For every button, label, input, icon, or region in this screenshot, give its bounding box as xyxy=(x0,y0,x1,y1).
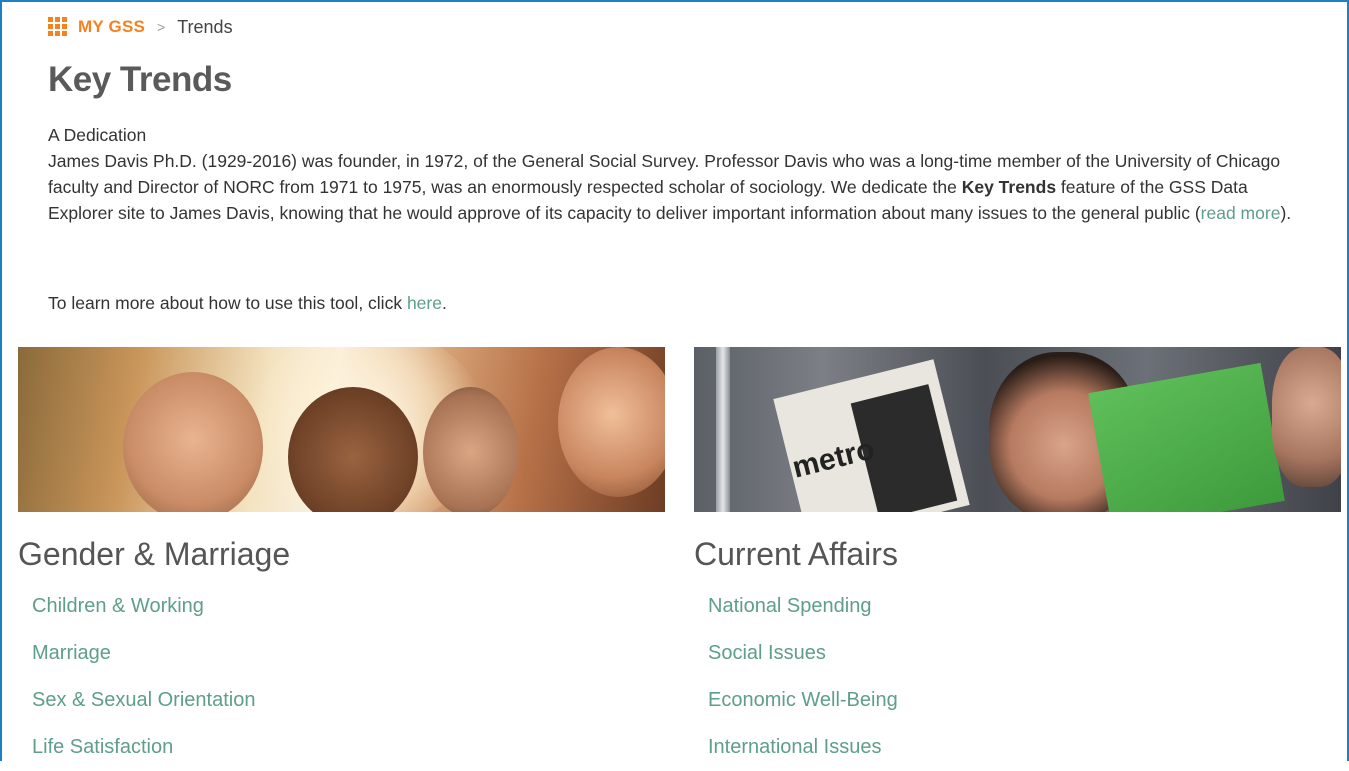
dedication-block: A Dedication James Davis Ph.D. (1929-201… xyxy=(48,122,1298,226)
page-title: Key Trends xyxy=(48,60,232,99)
howto-label: To learn more about how to use this tool… xyxy=(48,293,407,313)
link-national-spending[interactable]: National Spending xyxy=(708,595,871,617)
current-affairs-links: National Spending Social Issues Economic… xyxy=(694,583,1341,771)
section-gender-marriage: Gender & Marriage Children & Working Mar… xyxy=(18,347,665,771)
link-economic-well-being[interactable]: Economic Well-Being xyxy=(708,689,898,711)
howto-text: To learn more about how to use this tool… xyxy=(48,290,447,316)
dedication-heading: A Dedication xyxy=(48,125,147,145)
gender-marriage-links: Children & Working Marriage Sex & Sexual… xyxy=(18,583,665,771)
gender-marriage-image[interactable] xyxy=(18,347,665,512)
dedication-bold: Key Trends xyxy=(961,177,1057,197)
dedication-text-3: ). xyxy=(1280,203,1292,223)
section-title-gender-marriage: Gender & Marriage xyxy=(18,536,291,572)
link-social-issues[interactable]: Social Issues xyxy=(708,642,826,664)
breadcrumb-current: Trends xyxy=(177,16,233,37)
list-item: Sex & Sexual Orientation xyxy=(32,677,665,724)
link-sex-orientation[interactable]: Sex & Sexual Orientation xyxy=(32,689,255,711)
section-current-affairs: metro Current Affairs National Spending … xyxy=(694,347,1341,771)
list-item: Social Issues xyxy=(708,630,1341,677)
link-international-issues[interactable]: International Issues xyxy=(708,736,881,758)
list-item: Children & Working xyxy=(32,583,665,630)
breadcrumb: MY GSS > Trends xyxy=(48,14,233,40)
section-title-current-affairs: Current Affairs xyxy=(694,536,898,572)
link-children-working[interactable]: Children & Working xyxy=(32,595,204,617)
here-link[interactable]: here xyxy=(407,293,442,313)
list-item: National Spending xyxy=(708,583,1341,630)
read-more-link[interactable]: read more xyxy=(1201,203,1281,223)
apps-grid-icon[interactable] xyxy=(48,17,68,37)
howto-suffix: . xyxy=(441,293,447,313)
list-item: International Issues xyxy=(708,724,1341,771)
chevron-right-icon: > xyxy=(157,19,166,35)
current-affairs-image[interactable]: metro xyxy=(694,347,1341,512)
link-marriage[interactable]: Marriage xyxy=(32,642,111,664)
link-life-satisfaction[interactable]: Life Satisfaction xyxy=(32,736,173,758)
list-item: Life Satisfaction xyxy=(32,724,665,771)
dedication-text: James Davis Ph.D. (1929-2016) was founde… xyxy=(48,148,1298,226)
list-item: Economic Well-Being xyxy=(708,677,1341,724)
list-item: Marriage xyxy=(32,630,665,677)
breadcrumb-home-link[interactable]: MY GSS xyxy=(78,17,145,37)
